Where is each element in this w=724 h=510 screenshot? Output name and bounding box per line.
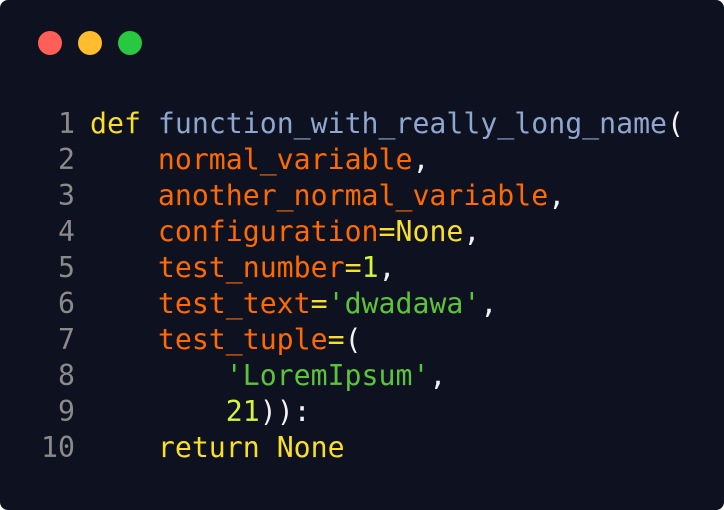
token-whitespace <box>90 179 158 212</box>
code-line: 1 def function_with_really_long_name( <box>41 106 684 142</box>
code-window: 1 def function_with_really_long_name(2 no… <box>0 0 724 510</box>
code-line: 9 21)): <box>41 394 684 430</box>
token-punctuation: )): <box>259 395 311 428</box>
token-whitespace <box>260 431 277 464</box>
token-punctuation: , <box>412 143 430 176</box>
token-whitespace <box>90 215 158 248</box>
token-whitespace <box>90 287 158 320</box>
token-operator: = <box>327 323 345 356</box>
code-content: another_normal_variable, <box>90 178 565 214</box>
line-number: 9 <box>58 395 75 428</box>
token-punctuation: ( <box>667 107 684 140</box>
token-whitespace <box>90 323 158 356</box>
code-block: 1 def function_with_really_long_name(2 no… <box>41 106 684 466</box>
line-number: 3 <box>58 179 75 212</box>
token-whitespace <box>141 107 158 140</box>
code-line: 6 test_text='dwadawa', <box>41 286 684 322</box>
token-whitespace <box>90 395 226 428</box>
token-operator: = <box>310 287 328 320</box>
line-number: 4 <box>58 215 75 248</box>
close-button[interactable] <box>38 31 62 55</box>
code-content: configuration=None, <box>90 214 480 250</box>
token-punctuation: , <box>429 359 447 392</box>
token-parameter: configuration <box>157 215 379 248</box>
token-operator: = <box>344 251 362 284</box>
line-number: 1 <box>58 107 75 140</box>
token-whitespace <box>90 251 158 284</box>
line-number: 7 <box>58 323 75 356</box>
code-content: test_tuple=( <box>90 322 362 358</box>
line-number: 6 <box>58 287 75 320</box>
code-content: 'LoremIpsum', <box>90 358 447 394</box>
token-string-literal: 'LoremIpsum' <box>225 359 430 392</box>
token-function-name: function_with_really_long_name <box>157 107 668 140</box>
line-number: 2 <box>58 143 75 176</box>
token-keyword: None <box>276 431 345 464</box>
token-parameter: test_number <box>157 251 345 284</box>
token-keyword: return <box>157 431 260 464</box>
code-line: 7 test_tuple=( <box>41 322 684 358</box>
token-punctuation: , <box>378 251 396 284</box>
minimize-button[interactable] <box>78 31 102 55</box>
line-number: 8 <box>58 359 75 392</box>
code-content: def function_with_really_long_name( <box>90 106 684 142</box>
code-content: normal_variable, <box>90 142 430 178</box>
code-line: 3 another_normal_variable, <box>41 178 684 214</box>
token-punctuation: , <box>548 179 566 212</box>
code-line: 5 test_number=1, <box>41 250 684 286</box>
code-content: test_number=1, <box>90 250 396 286</box>
token-string-literal: 'dwadawa' <box>327 287 481 320</box>
token-operator: = <box>378 215 396 248</box>
code-line: 10 return None <box>41 430 684 466</box>
token-keyword: def <box>90 107 141 140</box>
token-whitespace <box>90 143 158 176</box>
line-number: 10 <box>41 431 75 464</box>
code-content: 21)): <box>90 394 311 430</box>
token-parameter: normal_variable <box>157 143 413 176</box>
token-parameter: another_normal_variable <box>157 179 549 212</box>
token-punctuation: , <box>463 215 481 248</box>
token-number-literal: 1 <box>361 251 379 284</box>
code-content: return None <box>90 430 345 466</box>
code-line: 2 normal_variable, <box>41 142 684 178</box>
token-parameter: test_text <box>157 287 311 320</box>
token-whitespace <box>90 359 226 392</box>
token-parameter: test_tuple <box>157 323 328 356</box>
token-keyword: None <box>395 215 464 248</box>
token-punctuation: ( <box>344 323 362 356</box>
token-number-literal: 21 <box>225 395 260 428</box>
code-content: test_text='dwadawa', <box>90 286 497 322</box>
code-line: 8 'LoremIpsum', <box>41 358 684 394</box>
code-line: 4 configuration=None, <box>41 214 684 250</box>
token-whitespace <box>90 431 158 464</box>
maximize-button[interactable] <box>118 31 142 55</box>
token-punctuation: , <box>480 287 498 320</box>
line-number: 5 <box>58 251 75 284</box>
